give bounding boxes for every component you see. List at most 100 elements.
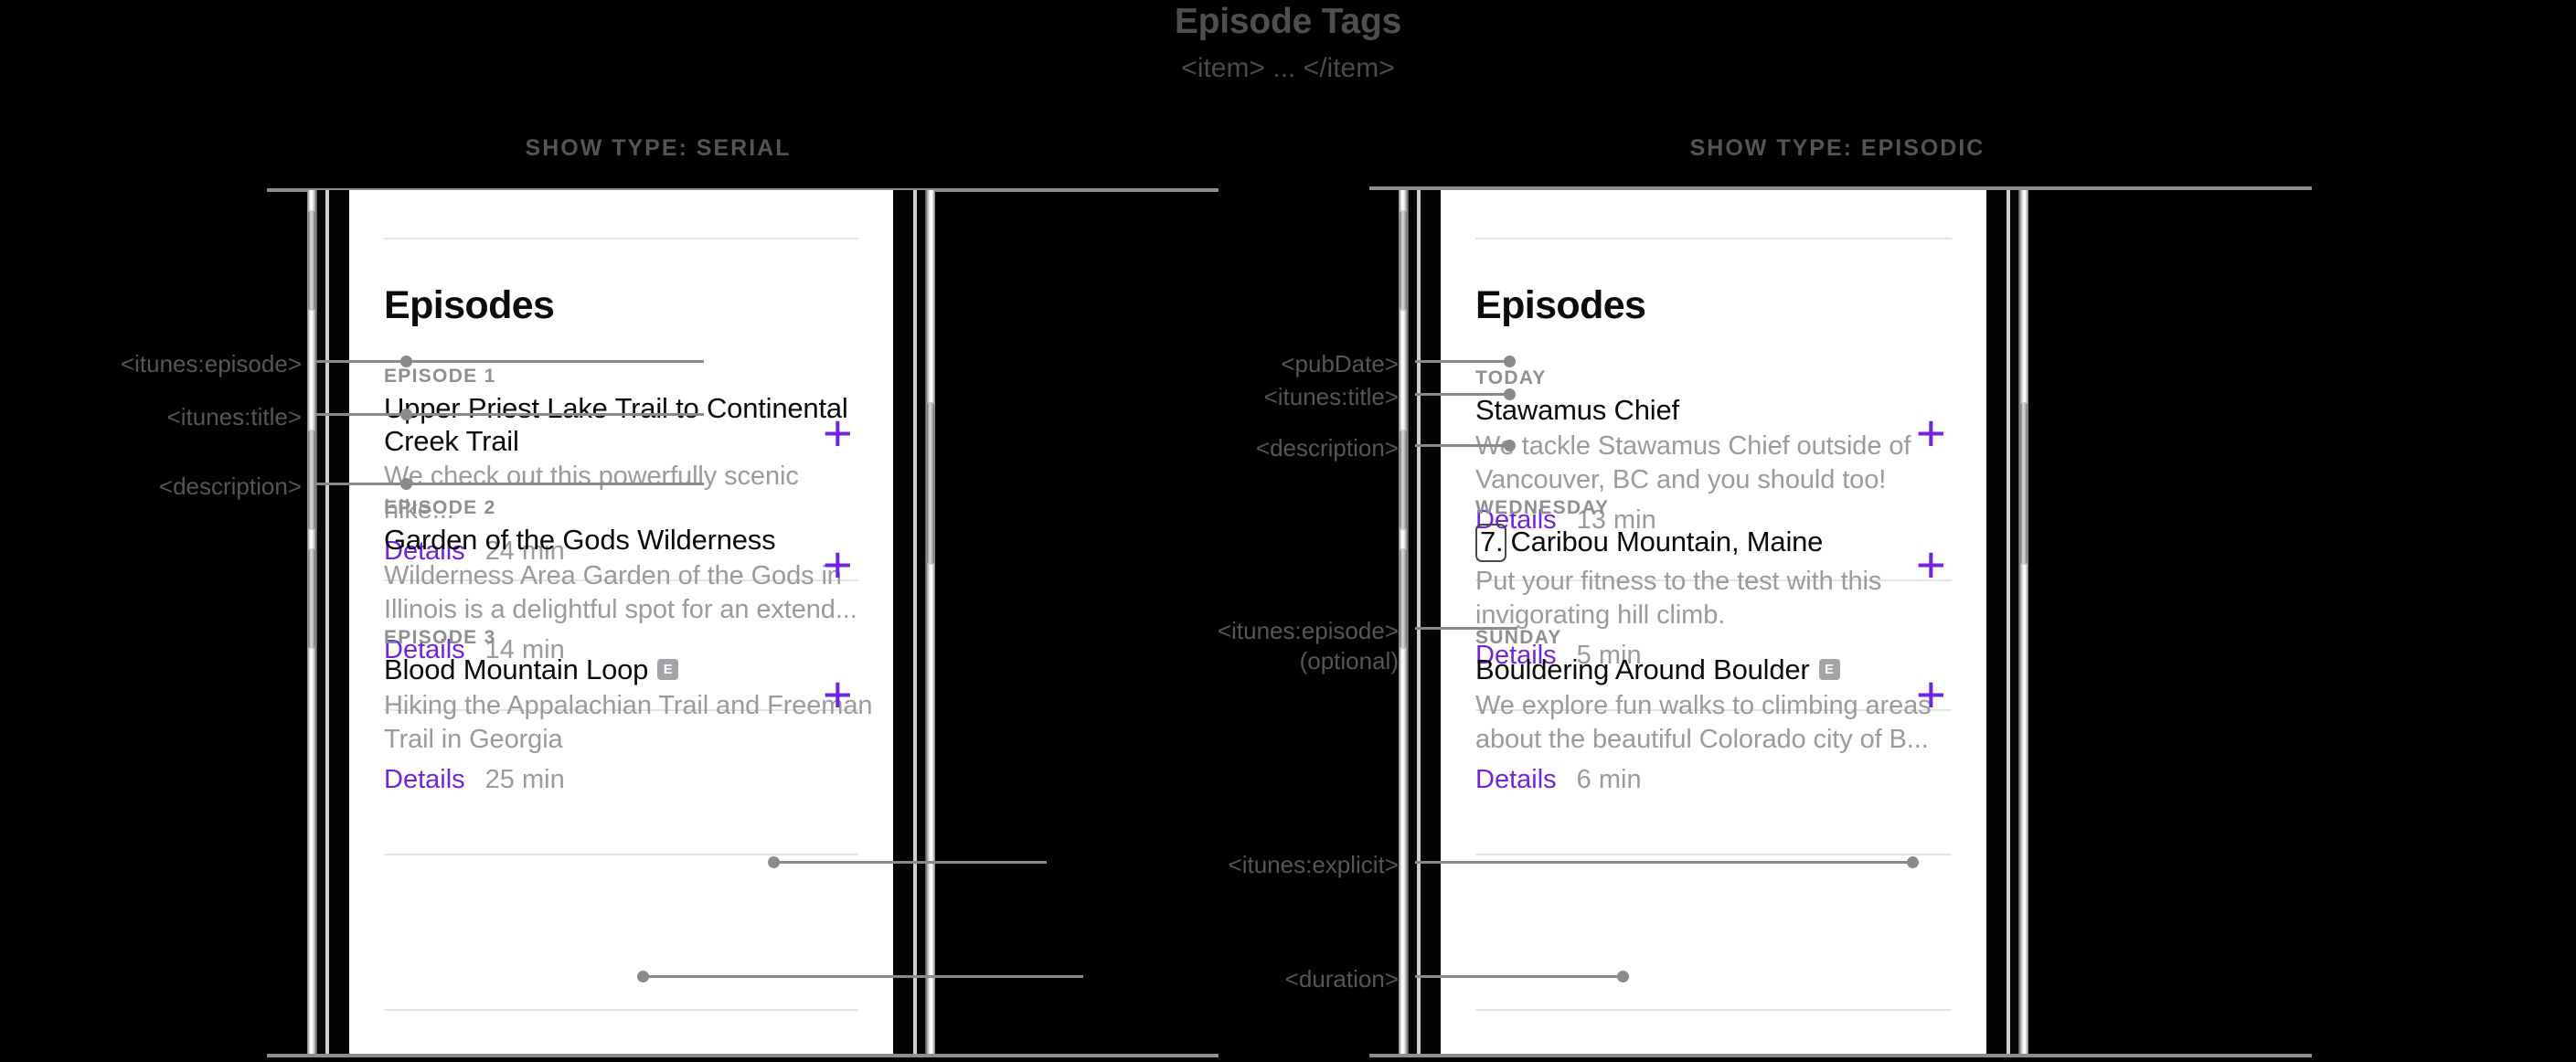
annotation-endpoint-dot xyxy=(768,856,780,868)
phone-left-bezel xyxy=(329,190,349,1054)
annotation-label-pubdate: <pubDate> xyxy=(1281,350,1399,377)
screen-top-divider xyxy=(384,238,858,239)
episode-kicker: EPISODE 2 xyxy=(384,497,496,518)
annotation-leader-line xyxy=(1415,627,1517,630)
episode-title: 7. Caribou Mountain, Maine xyxy=(1475,524,1823,562)
add-episode-button[interactable]: + xyxy=(1916,408,1946,459)
screen-title-episodic: Episodes xyxy=(1475,283,1646,327)
phone-left-bezel xyxy=(1421,190,1441,1054)
annotation-label-duration: <duration> xyxy=(1284,965,1399,993)
add-episode-button[interactable]: + xyxy=(823,539,853,590)
episode-divider xyxy=(384,854,858,855)
annotation-label-itunes-explicit: <itunes:explicit> xyxy=(1228,851,1399,878)
annotation-leader-line xyxy=(1415,444,1506,447)
episode-kicker: EPISODE 3 xyxy=(384,627,496,648)
mute-switch-icon[interactable] xyxy=(308,210,315,311)
episode-kicker: SUNDAY xyxy=(1475,627,1562,648)
annotation-endpoint-dot xyxy=(400,356,412,367)
annotation-label-itunes-title: <itunes:title> xyxy=(166,403,302,430)
annotation-label-itunes-episode-optional: <itunes:episode> (optional) xyxy=(1217,617,1399,675)
annotation-leader-line xyxy=(644,975,1083,978)
annotation-leader-line xyxy=(1415,360,1506,363)
page-title: Episode Tags xyxy=(1174,2,1402,41)
details-link[interactable]: Details xyxy=(384,765,465,794)
annotation-leader-line xyxy=(315,360,704,363)
phone-right-edge-gap xyxy=(2010,190,2018,1054)
episode-kicker: WEDNESDAY xyxy=(1475,497,1610,518)
phone-right-edge-metal xyxy=(2018,190,2028,1054)
episode-kicker: EPISODE 1 xyxy=(384,366,496,387)
episode-title-row: Bouldering Around Boulder E xyxy=(1475,653,1968,686)
annotation-endpoint-dot xyxy=(1504,388,1516,400)
episode-title: Blood Mountain Loop xyxy=(384,653,649,685)
power-button[interactable] xyxy=(927,402,934,565)
annotation-label-description: <description> xyxy=(1255,434,1399,462)
volume-up-button[interactable] xyxy=(1400,430,1407,530)
screen-top-divider xyxy=(1475,238,1952,239)
annotation-endpoint-dot xyxy=(637,971,649,982)
phone-screen-serial: Episodes EPISODE 1 Upper Priest Lake Tra… xyxy=(349,190,893,1054)
annotation-endpoint-dot xyxy=(1907,856,1919,868)
episode-title-row: Garden of the Gods Wilderness xyxy=(384,524,875,557)
details-link[interactable]: Details xyxy=(1475,765,1557,794)
annotation-label-itunes-episode: <itunes:episode> xyxy=(120,350,302,377)
phone-right-bezel xyxy=(1986,190,2007,1054)
episode-kicker: TODAY xyxy=(1475,367,1547,388)
add-episode-button[interactable]: + xyxy=(823,408,853,459)
phone-right-edge-gap xyxy=(917,190,925,1054)
episode-description: Hiking the Appalachian Trail and Freeman… xyxy=(384,690,873,754)
episode-description: We explore fun walks to climbing areas a… xyxy=(1475,690,1932,754)
annotation-endpoint-dot xyxy=(400,478,412,490)
device-bottom-rail-right xyxy=(1369,1054,2312,1057)
episode-footer: Details 6 min xyxy=(1475,765,1968,795)
phone-right-bezel xyxy=(893,190,913,1054)
annotation-endpoint-dot xyxy=(400,409,412,420)
phone-left-edge-gap xyxy=(1409,190,1417,1054)
column-heading-episodic: SHOW TYPE: EPISODIC xyxy=(1689,135,1985,161)
episode-title: Upper Priest Lake Trail to Continental C… xyxy=(384,392,848,457)
phone-right-edge-metal xyxy=(925,190,935,1054)
annotation-label-itunes-title: <itunes:title> xyxy=(1263,383,1399,410)
episode-title-text: Caribou Mountain, Maine xyxy=(1510,526,1824,558)
annotation-leader-line xyxy=(1415,393,1506,396)
add-episode-button[interactable]: + xyxy=(1916,539,1946,590)
power-button[interactable] xyxy=(2020,402,2028,565)
annotation-leader-line xyxy=(1415,975,1623,978)
list-item[interactable]: EPISODE 3 Blood Mountain Loop E Hiking t… xyxy=(384,627,875,795)
annotation-endpoint-dot xyxy=(1504,440,1516,451)
volume-down-button[interactable] xyxy=(308,548,315,649)
volume-up-button[interactable] xyxy=(308,430,315,530)
screen-title-serial: Episodes xyxy=(384,283,555,327)
annotation-endpoint-dot xyxy=(1617,971,1629,982)
episode-title-row: 7. Caribou Mountain, Maine xyxy=(1475,524,1968,562)
annotation-leader-line xyxy=(315,483,704,485)
episode-number-box: 7. xyxy=(1475,524,1507,562)
explicit-badge: E xyxy=(1818,659,1840,681)
annotation-label-description: <description> xyxy=(158,473,302,500)
annotation-leader-line xyxy=(1415,861,1913,864)
list-item[interactable]: SUNDAY Bouldering Around Boulder E We ex… xyxy=(1475,627,1968,795)
device-bottom-rail-left xyxy=(267,1054,1219,1057)
episode-divider xyxy=(1475,1009,1952,1011)
phone-left-edge-gap xyxy=(317,190,325,1054)
episode-title-row: Blood Mountain Loop E xyxy=(384,653,875,686)
slide-canvas: Episode Tags <item> ... </item> SHOW TYP… xyxy=(0,0,2576,1062)
column-heading-serial: SHOW TYPE: SERIAL xyxy=(525,135,792,161)
add-episode-button[interactable]: + xyxy=(1916,669,1946,720)
episode-footer: Details 25 min xyxy=(384,765,875,795)
add-episode-button[interactable]: + xyxy=(823,669,853,720)
phone-screen-episodic: Episodes TODAY Stawamus Chief We tackle … xyxy=(1441,190,1986,1054)
episode-title: Garden of the Gods Wilderness xyxy=(384,524,776,556)
episode-title-row: Upper Priest Lake Trail to Continental C… xyxy=(384,392,875,457)
episode-description: Put your fitness to the test with this i… xyxy=(1475,566,1882,630)
phone-mockup-episodic: Episodes TODAY Stawamus Chief We tackle … xyxy=(1369,190,2312,1054)
page-subtitle: <item> ... </item> xyxy=(1181,53,1395,83)
annotation-endpoint-dot xyxy=(1504,356,1516,367)
episode-duration: 25 min xyxy=(484,764,565,794)
episode-description: Wilderness Area Garden of the Gods in Il… xyxy=(384,560,857,624)
episode-title: Bouldering Around Boulder xyxy=(1475,653,1810,685)
mute-switch-icon[interactable] xyxy=(1400,210,1407,311)
episode-description: We tackle Stawamus Chief outside of Vanc… xyxy=(1475,430,1911,494)
episode-title-row: Stawamus Chief xyxy=(1475,394,1968,427)
volume-down-button[interactable] xyxy=(1400,548,1407,649)
